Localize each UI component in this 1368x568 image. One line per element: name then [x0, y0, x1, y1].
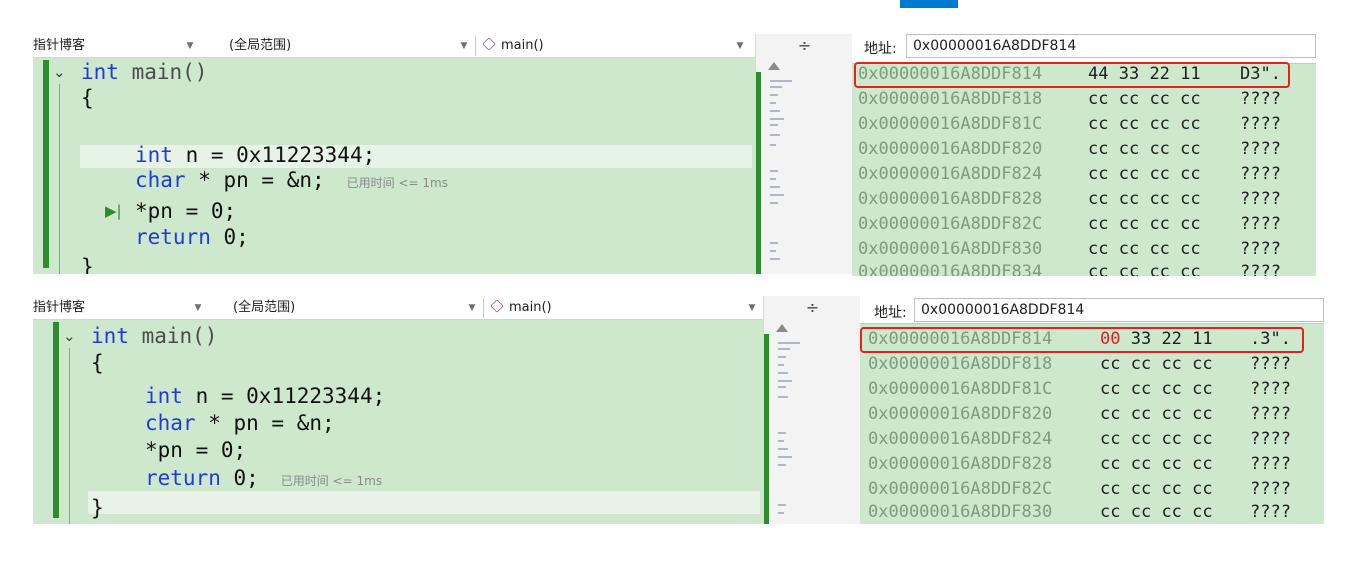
minimap-line	[770, 202, 778, 204]
top-scope-dropdown[interactable]: (全局范围)	[229, 36, 291, 56]
bottom-memory-header: 地址: 0x00000016A8DDF814	[860, 284, 1324, 324]
top-address-input[interactable]: 0x00000016A8DDF814	[906, 34, 1316, 58]
top-highlight-box	[854, 62, 1290, 88]
code-line: int n = 0x11223344;	[135, 143, 376, 167]
minimap-line	[778, 464, 786, 466]
bottom-function-label: main()	[509, 300, 552, 315]
bottom-editor-navbar: 指针博客 ▼ (全局范围) ▼ main() ▼	[33, 296, 861, 320]
code-line: }	[81, 255, 94, 274]
top-code-editor[interactable]: ⌄ int main() { int n = 0x11223344; char …	[33, 58, 755, 274]
minimap-line	[770, 80, 792, 82]
code-line: }	[91, 496, 104, 520]
minimap-line	[778, 364, 784, 366]
fold-collapse-icon[interactable]: ⌄	[53, 64, 66, 80]
code-line: {	[91, 351, 104, 375]
breakpoint-margin[interactable]	[43, 60, 49, 268]
top-address-label: 地址:	[864, 41, 897, 57]
scroll-up-icon[interactable]	[776, 324, 788, 332]
chevron-down-icon[interactable]: ▼	[733, 36, 747, 56]
function-cube-icon	[482, 37, 496, 51]
chevron-down-icon[interactable]: ▼	[745, 298, 759, 318]
minimap-line	[770, 170, 778, 172]
minimap-line	[770, 110, 780, 112]
minimap-line	[778, 356, 786, 358]
minimap-line	[778, 504, 786, 506]
top-editor-navbar: 指针博客 ▼ (全局范围) ▼ main() ▼	[33, 34, 853, 58]
bottom-code-editor[interactable]: ⌄ int main() { int n = 0x11223344; char …	[33, 320, 763, 524]
chevron-down-icon[interactable]: ▼	[457, 36, 471, 56]
minimap-line	[778, 432, 786, 434]
minimap-line	[770, 94, 778, 96]
minimap-line	[770, 250, 776, 252]
bottom-address-label: 地址:	[874, 305, 907, 321]
overview-breakpoint-mark	[764, 334, 769, 524]
top-function-dropdown[interactable]: main()	[482, 36, 544, 56]
code-line: return 0;	[135, 225, 249, 249]
fold-guide	[69, 348, 70, 524]
split-icon[interactable]: ÷	[763, 296, 861, 320]
minimap-line	[770, 186, 780, 188]
split-icon[interactable]: ÷	[755, 34, 853, 58]
minimap-line	[778, 342, 800, 344]
bottom-highlight-box	[860, 327, 1304, 353]
scroll-up-icon[interactable]	[768, 62, 780, 70]
code-line: *pn = 0;	[135, 199, 237, 223]
minimap-line	[770, 134, 780, 136]
bottom-project-dropdown[interactable]: 指针博客	[33, 298, 85, 318]
bottom-address-input[interactable]: 0x00000016A8DDF814	[914, 298, 1324, 322]
toolbar-divider	[475, 36, 476, 56]
minimap-line	[778, 348, 790, 350]
code-line: int main()	[91, 324, 218, 348]
top-project-dropdown[interactable]: 指针博客	[33, 36, 85, 56]
minimap-line	[770, 242, 778, 244]
top-overview-scrollbar[interactable]	[755, 58, 853, 274]
bottom-memory-window: 地址: 0x00000016A8DDF814 0x00000016A8DDF81…	[860, 284, 1324, 524]
memory-tab[interactable]	[900, 0, 958, 8]
minimap-line	[778, 386, 786, 388]
breakpoint-margin[interactable]	[53, 322, 59, 518]
fold-collapse-icon[interactable]: ⌄	[63, 328, 76, 344]
top-editor-panel: 指针博客 ▼ (全局范围) ▼ main() ▼ ÷ ⌄ int main() …	[33, 34, 853, 274]
code-line: {	[81, 86, 94, 110]
minimap-line	[778, 396, 788, 398]
minimap-line	[778, 380, 792, 382]
top-memory-window: 地址: 0x00000016A8DDF814 0x00000016A8DDF81…	[852, 0, 1316, 276]
minimap-line	[770, 118, 784, 120]
chevron-down-icon[interactable]: ▼	[183, 36, 197, 56]
minimap-line	[770, 144, 776, 146]
chevron-down-icon[interactable]: ▼	[465, 298, 479, 318]
bottom-scope-dropdown[interactable]: (全局范围)	[233, 298, 295, 318]
code-line: int main()	[81, 60, 208, 84]
top-elapsed-time: 已用时间 <= 1ms	[346, 176, 448, 190]
code-line: char * pn = &n; 已用时间 <= 1ms	[135, 168, 448, 192]
fold-guide	[59, 84, 60, 274]
code-line: *pn = 0;	[145, 438, 247, 462]
code-line: char * pn = &n;	[145, 411, 335, 435]
function-cube-icon	[490, 299, 504, 313]
minimap-line	[778, 456, 792, 458]
chevron-down-icon[interactable]: ▼	[191, 298, 205, 318]
bottom-elapsed-time: 已用时间 <= 1ms	[280, 474, 383, 488]
minimap-line	[770, 194, 784, 196]
bottom-overview-scrollbar[interactable]	[763, 320, 861, 524]
minimap-line	[770, 102, 776, 104]
overview-breakpoint-mark	[756, 72, 761, 274]
minimap-line	[778, 440, 784, 442]
minimap-line	[770, 124, 778, 126]
minimap-line	[770, 86, 782, 88]
toolbar-divider	[483, 298, 484, 318]
minimap-line	[778, 448, 788, 450]
minimap-line	[770, 178, 776, 180]
code-line: int n = 0x11223344;	[145, 384, 386, 408]
bottom-editor-panel: 指针博客 ▼ (全局范围) ▼ main() ▼ ÷ ⌄ int main() …	[33, 296, 861, 524]
minimap-line	[778, 512, 784, 514]
top-function-label: main()	[501, 38, 544, 53]
minimap-line	[770, 258, 780, 260]
code-line: return 0; 已用时间 <= 1ms	[145, 466, 383, 490]
step-arrow-icon[interactable]: ▶|	[105, 199, 122, 224]
bottom-function-dropdown[interactable]: main()	[490, 298, 552, 318]
minimap-line	[778, 372, 788, 374]
top-memory-header: 地址: 0x00000016A8DDF814	[852, 0, 1316, 64]
